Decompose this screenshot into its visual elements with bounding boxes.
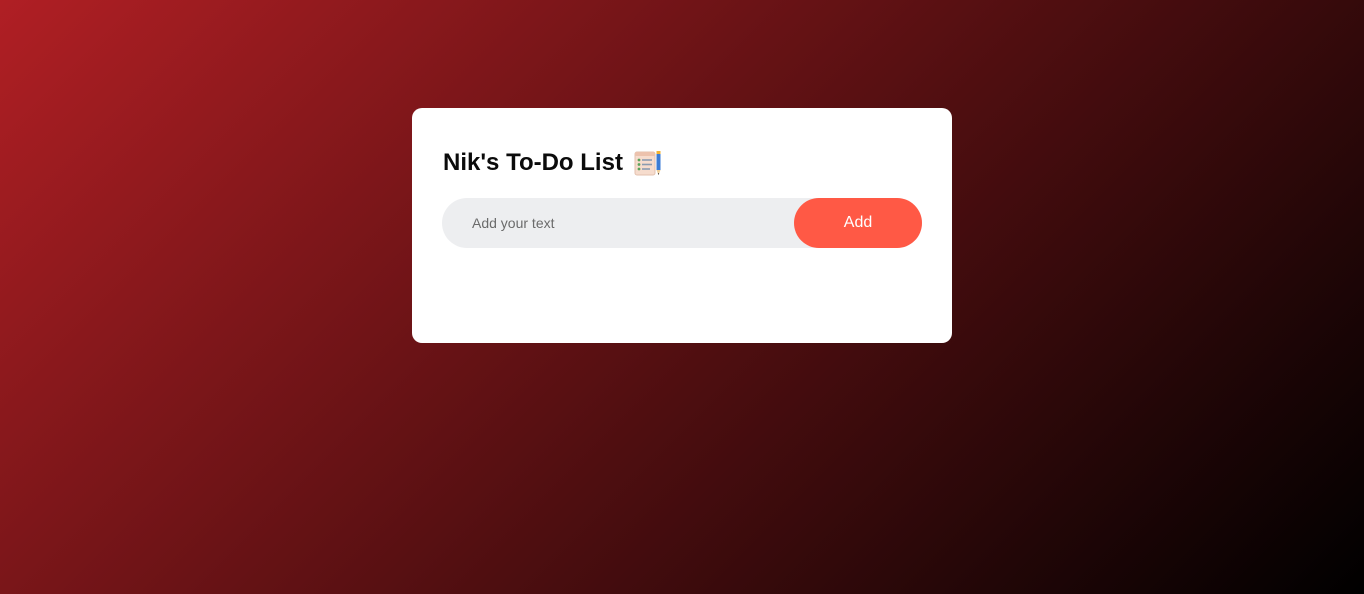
add-button[interactable]: Add xyxy=(794,198,922,248)
add-task-row: Add xyxy=(442,198,922,248)
page-title: Nik's To-Do List xyxy=(443,149,623,176)
title-row: Nik's To-Do List xyxy=(442,146,922,180)
task-input[interactable] xyxy=(442,198,794,248)
todo-card: Nik's To-Do List Add xyxy=(412,108,952,343)
notepad-checklist-icon xyxy=(633,149,663,177)
